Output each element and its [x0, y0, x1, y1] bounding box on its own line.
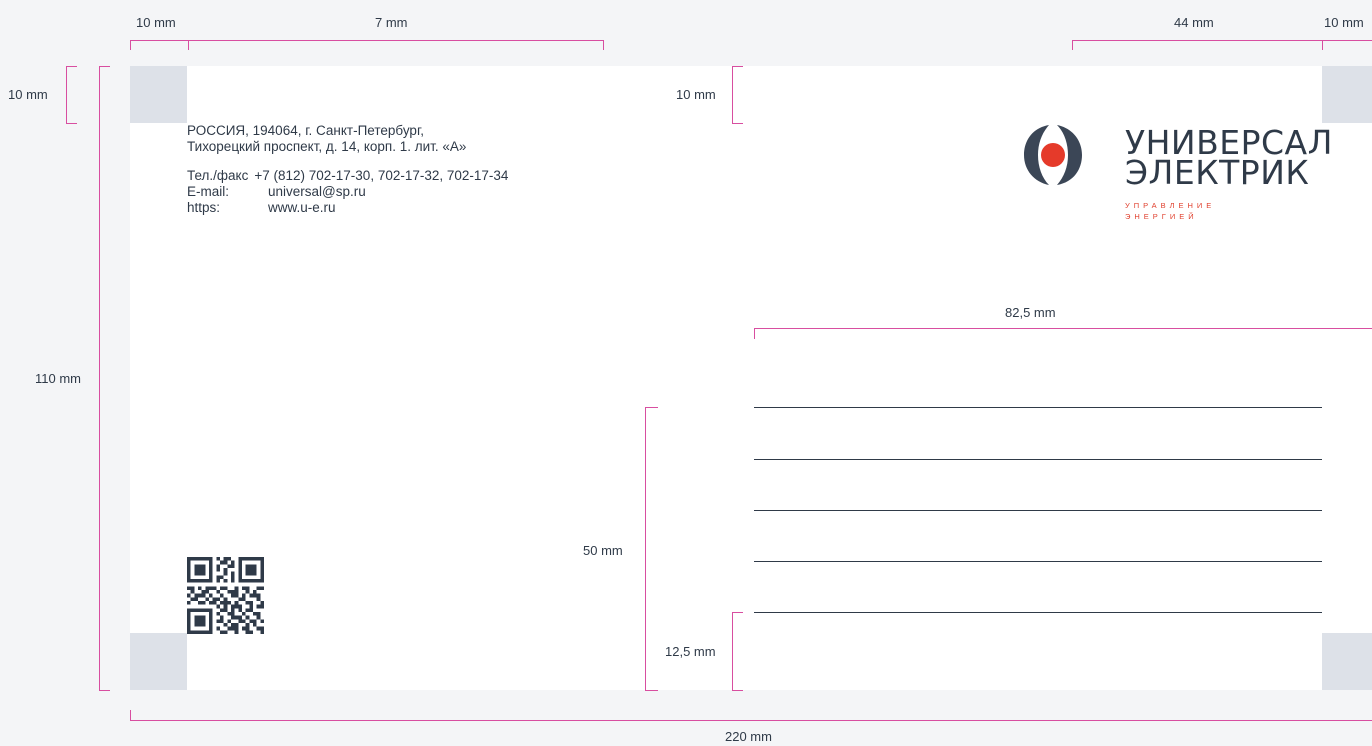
corner-mark-top-right [1322, 66, 1372, 123]
dim-label-logo-width: 44 mm [1174, 15, 1214, 30]
dim-label-right-margin: 10 mm [1324, 15, 1364, 30]
web-value: www.u-e.ru [268, 200, 336, 215]
address-line-rule-4 [754, 561, 1322, 562]
dim-line-width [130, 710, 1372, 721]
dim-label-lines-block: 50 mm [583, 543, 623, 558]
dim-label-top-margin-left: 10 mm [8, 87, 48, 102]
corner-mark-bottom-right [1322, 633, 1372, 690]
dim-label-lines-width: 82,5 mm [1005, 305, 1056, 320]
dim-label-text-width: 7 mm [375, 15, 408, 30]
dim-label-top-margin-right: 10 mm [676, 87, 716, 102]
address-line-1: РОССИЯ, 194064, г. Санкт-Петербург, [187, 123, 424, 138]
dim-line-top-margin-right [732, 66, 743, 124]
phone-row: Тел./факс +7 (812) 702-17-30, 702-17-32, … [187, 168, 508, 183]
logo-icon [1024, 125, 1082, 185]
dim-label-bottom-margin: 12,5 mm [665, 644, 716, 659]
web-label: https: [187, 200, 221, 215]
corner-mark-top-left [130, 66, 187, 123]
phone-value: +7 (812) 702-17-30, 702-17-32, 702-17-34 [254, 168, 509, 183]
dim-line-bottom-margin [732, 612, 743, 691]
email-label: E-mail: [187, 184, 230, 199]
dim-line-logo-width [1072, 40, 1323, 50]
dim-line-lines-width [754, 328, 1372, 339]
logo-tagline-line-1: УПРАВЛЕНИЕ [1125, 201, 1216, 210]
email-value: universal@sp.ru [268, 184, 366, 199]
address-line-2: Тихорецкий проспект, д. 14, корп. 1. лит… [187, 139, 467, 154]
dim-line-right-margin [1321, 40, 1372, 50]
logo-tagline-line-2: ЭНЕРГИЕЙ [1125, 212, 1198, 221]
web-row: https: www.u-e.ru [187, 200, 336, 215]
logo-title-line-2: ЭЛЕКТРИК [1125, 153, 1310, 192]
dim-line-left-margin [130, 40, 189, 50]
dim-line-text-width [187, 40, 604, 50]
dim-line-height [99, 66, 110, 691]
phone-label: Тел./факс [187, 168, 249, 183]
dim-label-height: 110 mm [35, 371, 81, 386]
dim-label-left-margin: 10 mm [136, 15, 176, 30]
address-line-rule-1 [754, 407, 1322, 408]
dim-line-top-margin-left [66, 66, 77, 124]
address-line-rule-2 [754, 459, 1322, 460]
dim-label-width: 220 mm [725, 729, 772, 744]
address-line-rule-5 [754, 612, 1322, 613]
qr-code [187, 557, 264, 634]
address-line-rule-3 [754, 510, 1322, 511]
email-row: E-mail: universal@sp.ru [187, 184, 366, 199]
corner-mark-bottom-left [130, 633, 187, 690]
dim-line-lines-block [645, 407, 658, 691]
